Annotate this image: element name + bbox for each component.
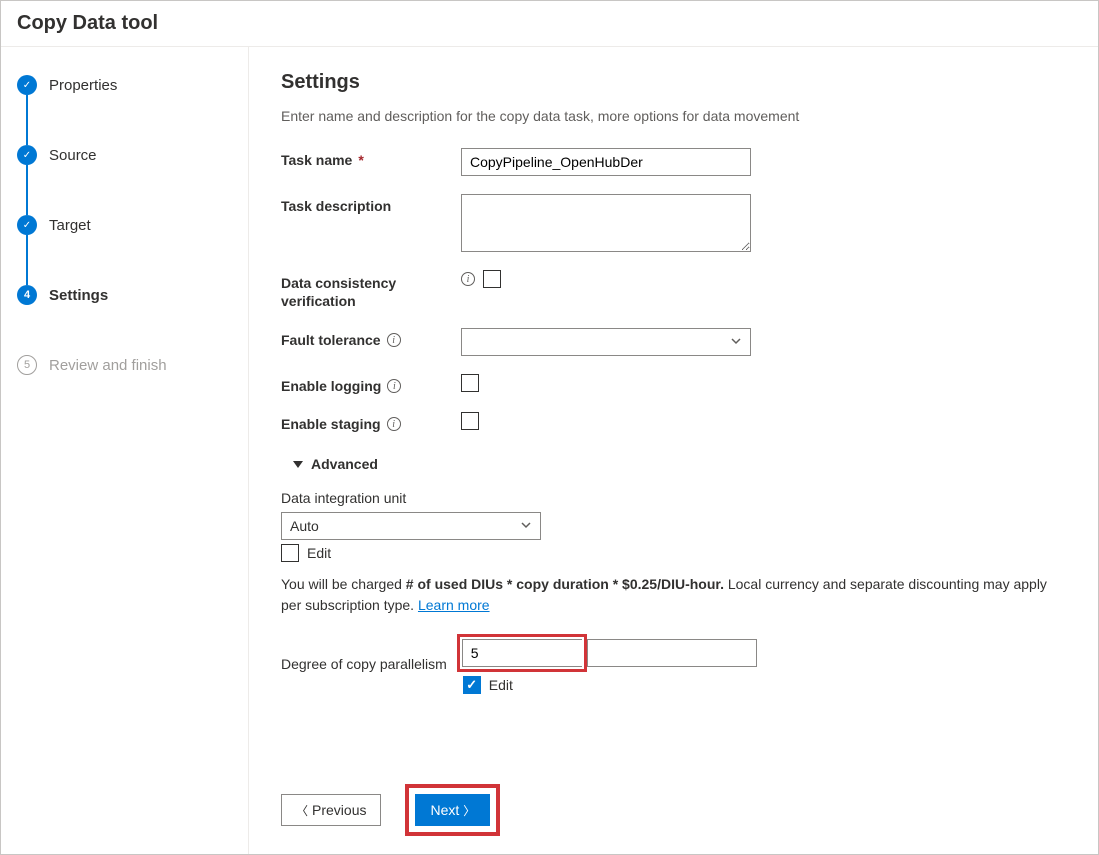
- page-heading: Settings: [281, 71, 1066, 94]
- parallelism-input-extension[interactable]: [587, 639, 757, 667]
- step-label: Properties: [49, 77, 117, 94]
- step-settings[interactable]: 4 Settings: [17, 285, 232, 305]
- parallelism-input-wrap: [457, 634, 757, 672]
- step-target[interactable]: ✓ Target: [17, 215, 232, 235]
- step-review[interactable]: 5 Review and finish: [17, 355, 232, 375]
- chevron-down-icon: [730, 334, 742, 350]
- learn-more-link[interactable]: Learn more: [418, 597, 490, 613]
- footer-buttons: 〈 Previous Next 〉: [281, 784, 500, 836]
- data-consistency-row: Data consistency verification i: [281, 270, 1066, 310]
- window-title: Copy Data tool: [17, 12, 1082, 35]
- data-consistency-label: Data consistency verification: [281, 270, 461, 310]
- info-icon[interactable]: i: [461, 272, 475, 286]
- step-connector: [26, 95, 28, 145]
- title-bar: Copy Data tool: [1, 1, 1098, 47]
- parallelism-label: Degree of copy parallelism: [281, 656, 447, 672]
- enable-logging-label: Enable logging i: [281, 374, 461, 394]
- step-number-icon: 5: [17, 355, 37, 375]
- fault-tolerance-row: Fault tolerance i: [281, 328, 1066, 356]
- body: ✓ Properties ✓ Source ✓ Target 4 Setting…: [1, 47, 1098, 854]
- task-name-input[interactable]: [461, 148, 751, 176]
- enable-staging-label: Enable staging i: [281, 412, 461, 432]
- info-icon[interactable]: i: [387, 379, 401, 393]
- parallelism-edit-label: Edit: [489, 677, 513, 693]
- step-connector: [26, 235, 28, 285]
- data-consistency-checkbox[interactable]: [483, 270, 501, 288]
- chevron-down-icon: [520, 518, 532, 534]
- step-source[interactable]: ✓ Source: [17, 145, 232, 165]
- step-label: Target: [49, 217, 91, 234]
- check-icon: ✓: [17, 75, 37, 95]
- pricing-text: You will be charged # of used DIUs * cop…: [281, 574, 1066, 616]
- step-label: Review and finish: [49, 357, 167, 374]
- diu-edit-checkbox[interactable]: [281, 544, 299, 562]
- task-name-row: Task name *: [281, 148, 1066, 176]
- chevron-right-icon: 〉: [463, 802, 475, 819]
- triangle-down-icon: [293, 461, 303, 468]
- diu-edit-label: Edit: [307, 545, 331, 561]
- enable-staging-checkbox[interactable]: [461, 412, 479, 430]
- step-properties[interactable]: ✓ Properties: [17, 75, 232, 95]
- parallelism-row: Degree of copy parallelism Edit: [281, 634, 1066, 694]
- step-number-icon: 4: [17, 285, 37, 305]
- task-description-input[interactable]: [461, 194, 751, 252]
- previous-button[interactable]: 〈 Previous: [281, 794, 381, 826]
- advanced-section: Data integration unit Auto Edit You will…: [281, 490, 1066, 694]
- wizard-sidebar: ✓ Properties ✓ Source ✓ Target 4 Setting…: [1, 47, 249, 854]
- parallelism-edit-checkbox[interactable]: [463, 676, 481, 694]
- parallelism-input[interactable]: [462, 639, 582, 667]
- highlight-annotation: [457, 634, 587, 672]
- advanced-toggle[interactable]: Advanced: [293, 456, 1066, 472]
- task-name-label: Task name *: [281, 148, 461, 168]
- fault-tolerance-label: Fault tolerance i: [281, 328, 461, 348]
- task-description-row: Task description: [281, 194, 1066, 252]
- fault-tolerance-select[interactable]: [461, 328, 751, 356]
- step-connector: [26, 165, 28, 215]
- info-icon[interactable]: i: [387, 417, 401, 431]
- copy-data-tool-window: Copy Data tool ✓ Properties ✓ Source ✓ T…: [0, 0, 1099, 855]
- task-description-label: Task description: [281, 194, 461, 214]
- check-icon: ✓: [17, 145, 37, 165]
- parallelism-edit-row: Edit: [463, 676, 757, 694]
- page-subtitle: Enter name and description for the copy …: [281, 108, 1066, 124]
- info-icon[interactable]: i: [387, 333, 401, 347]
- step-label: Settings: [49, 287, 108, 304]
- chevron-left-icon: 〈: [296, 802, 308, 819]
- enable-logging-row: Enable logging i: [281, 374, 1066, 394]
- main-panel: Settings Enter name and description for …: [249, 47, 1098, 854]
- enable-logging-checkbox[interactable]: [461, 374, 479, 392]
- diu-edit-row: Edit: [281, 544, 1066, 562]
- step-label: Source: [49, 147, 97, 164]
- next-button[interactable]: Next 〉: [415, 794, 490, 826]
- required-asterisk: *: [358, 152, 363, 168]
- diu-select[interactable]: Auto: [281, 512, 541, 540]
- highlight-annotation: Next 〉: [405, 784, 500, 836]
- enable-staging-row: Enable staging i: [281, 412, 1066, 432]
- diu-label: Data integration unit: [281, 490, 1066, 506]
- check-icon: ✓: [17, 215, 37, 235]
